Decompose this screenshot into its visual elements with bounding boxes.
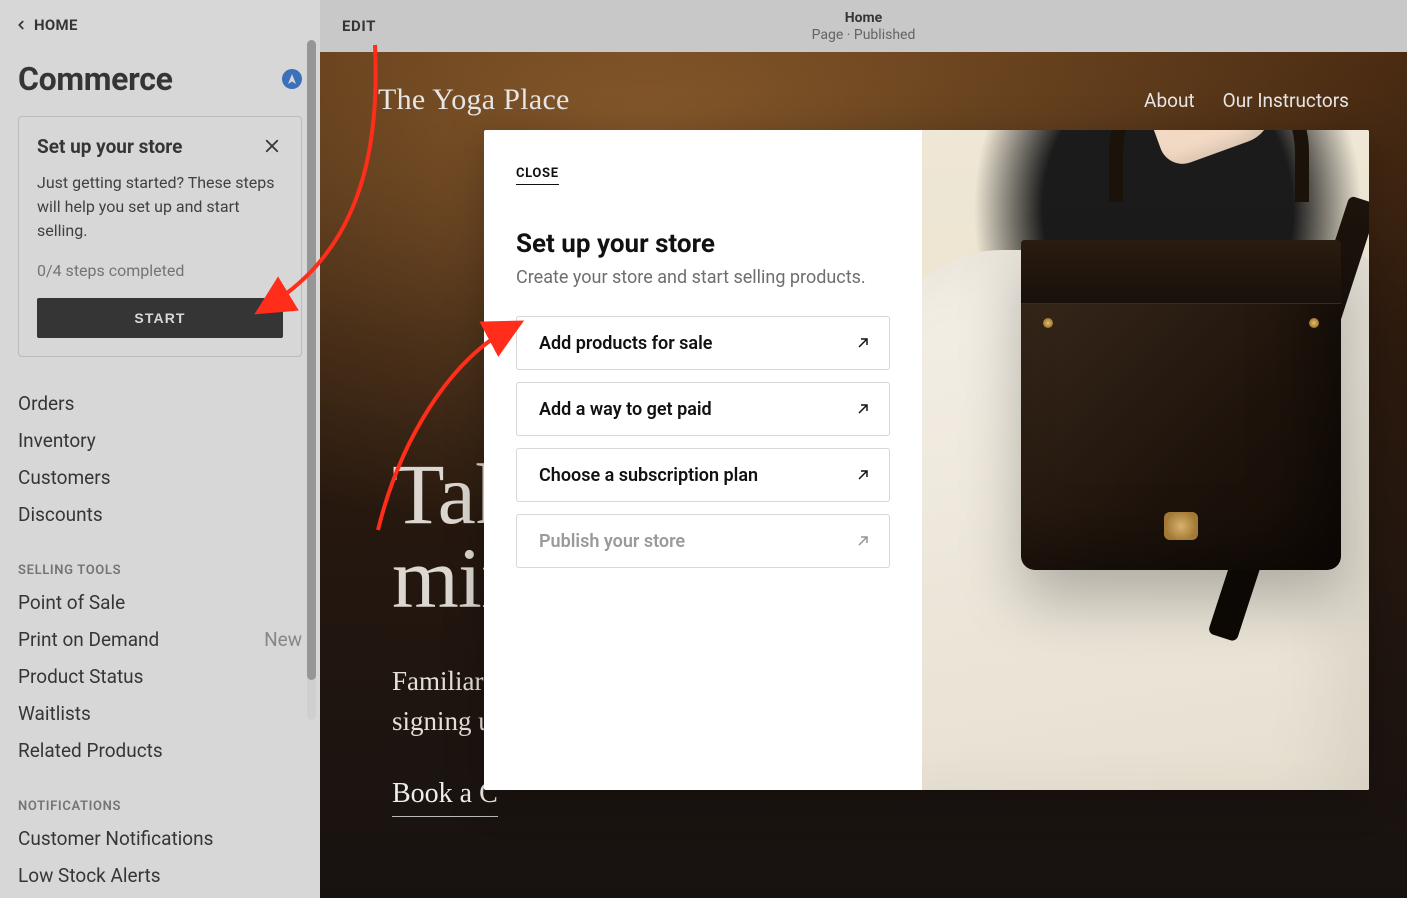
nav-discounts[interactable]: Discounts <box>18 496 302 533</box>
sidebar: HOME Commerce Set up your store Just get… <box>0 0 320 898</box>
nav-waitlists[interactable]: Waitlists <box>18 695 302 732</box>
modal-subtitle: Create your store and start selling prod… <box>516 267 890 288</box>
scroll-thumb[interactable] <box>307 40 316 680</box>
nav-label: Orders <box>18 392 74 415</box>
scrollbar[interactable] <box>307 40 316 720</box>
nav-label: Product Status <box>18 665 143 688</box>
section-header: NOTIFICATIONS <box>18 785 302 820</box>
nav-label: Low Stock Alerts <box>18 864 161 887</box>
nav-low-stock-alerts[interactable]: Low Stock Alerts <box>18 857 302 894</box>
nav-related-products[interactable]: Related Products <box>18 732 302 769</box>
nav-customers[interactable]: Customers <box>18 459 302 496</box>
nav-selling-tools: SELLING TOOLS Point of Sale Print on Dem… <box>0 543 320 779</box>
nav-label: Point of Sale <box>18 591 125 614</box>
arrow-icon <box>855 401 871 417</box>
step-label: Choose a subscription plan <box>539 465 758 486</box>
page-status: Home Page · Published <box>812 10 916 43</box>
site-logo[interactable]: The Yoga Place <box>378 83 570 117</box>
hero-cta[interactable]: Book a C <box>392 778 498 817</box>
step-label: Add products for sale <box>539 333 712 354</box>
nav-label: Discounts <box>18 503 103 526</box>
modal-steps: Add products for sale Add a way to get p… <box>516 316 890 568</box>
back-home-link[interactable]: HOME <box>0 0 320 46</box>
page-title: Home <box>812 10 916 26</box>
arrow-icon <box>855 467 871 483</box>
step-publish[interactable]: Publish your store <box>516 514 890 568</box>
chevron-left-icon <box>14 18 28 32</box>
nav-print-on-demand[interactable]: Print on Demand New <box>18 621 302 658</box>
page-subtitle: Page · Published <box>812 27 916 43</box>
close-button[interactable]: CLOSE <box>516 166 559 185</box>
nav-primary: Orders Inventory Customers Discounts <box>0 379 320 543</box>
section-header: SELLING TOOLS <box>18 549 302 584</box>
modal-content: CLOSE Set up your store Create your stor… <box>484 130 922 790</box>
modal-image <box>922 130 1369 790</box>
nav-orders[interactable]: Orders <box>18 385 302 422</box>
nav-notifications: NOTIFICATIONS Customer Notifications Low… <box>0 779 320 898</box>
nav-point-of-sale[interactable]: Point of Sale <box>18 584 302 621</box>
setup-modal: CLOSE Set up your store Create your stor… <box>484 130 1369 790</box>
sub-line: signing u <box>392 706 492 736</box>
nav-label: Related Products <box>18 739 163 762</box>
close-icon[interactable] <box>261 135 283 161</box>
new-tag: New <box>264 628 302 651</box>
setup-card-progress: 0/4 steps completed <box>37 261 283 280</box>
step-get-paid[interactable]: Add a way to get paid <box>516 382 890 436</box>
nav-label: Customers <box>18 466 111 489</box>
step-subscription[interactable]: Choose a subscription plan <box>516 448 890 502</box>
sub-line: Familiari <box>392 666 491 696</box>
step-label: Publish your store <box>539 531 685 552</box>
link-about[interactable]: About <box>1144 89 1195 112</box>
nav-label: Customer Notifications <box>18 827 213 850</box>
setup-card-title: Set up your store <box>37 135 182 158</box>
start-button[interactable]: START <box>37 298 283 338</box>
setup-card: Set up your store Just getting started? … <box>18 116 302 357</box>
modal-title: Set up your store <box>516 229 890 259</box>
arrow-icon <box>855 335 871 351</box>
arrow-icon <box>855 533 871 549</box>
nav-label: Inventory <box>18 429 96 452</box>
nav-label: Waitlists <box>18 702 91 725</box>
step-label: Add a way to get paid <box>539 399 712 420</box>
topbar: EDIT Home Page · Published <box>320 0 1407 52</box>
nav-inventory[interactable]: Inventory <box>18 422 302 459</box>
link-instructors[interactable]: Our Instructors <box>1223 89 1349 112</box>
edit-button[interactable]: EDIT <box>342 17 376 35</box>
nav-product-status[interactable]: Product Status <box>18 658 302 695</box>
step-add-products[interactable]: Add products for sale <box>516 316 890 370</box>
back-home-label: HOME <box>34 16 78 34</box>
setup-card-body: Just getting started? These steps will h… <box>37 171 283 243</box>
illustration-bag <box>1021 240 1341 570</box>
help-icon[interactable] <box>282 69 302 89</box>
nav-label: Print on Demand <box>18 628 159 651</box>
nav-customer-notifications[interactable]: Customer Notifications <box>18 820 302 857</box>
panel-title: Commerce <box>18 60 173 98</box>
site-links: About Our Instructors <box>1144 89 1349 112</box>
